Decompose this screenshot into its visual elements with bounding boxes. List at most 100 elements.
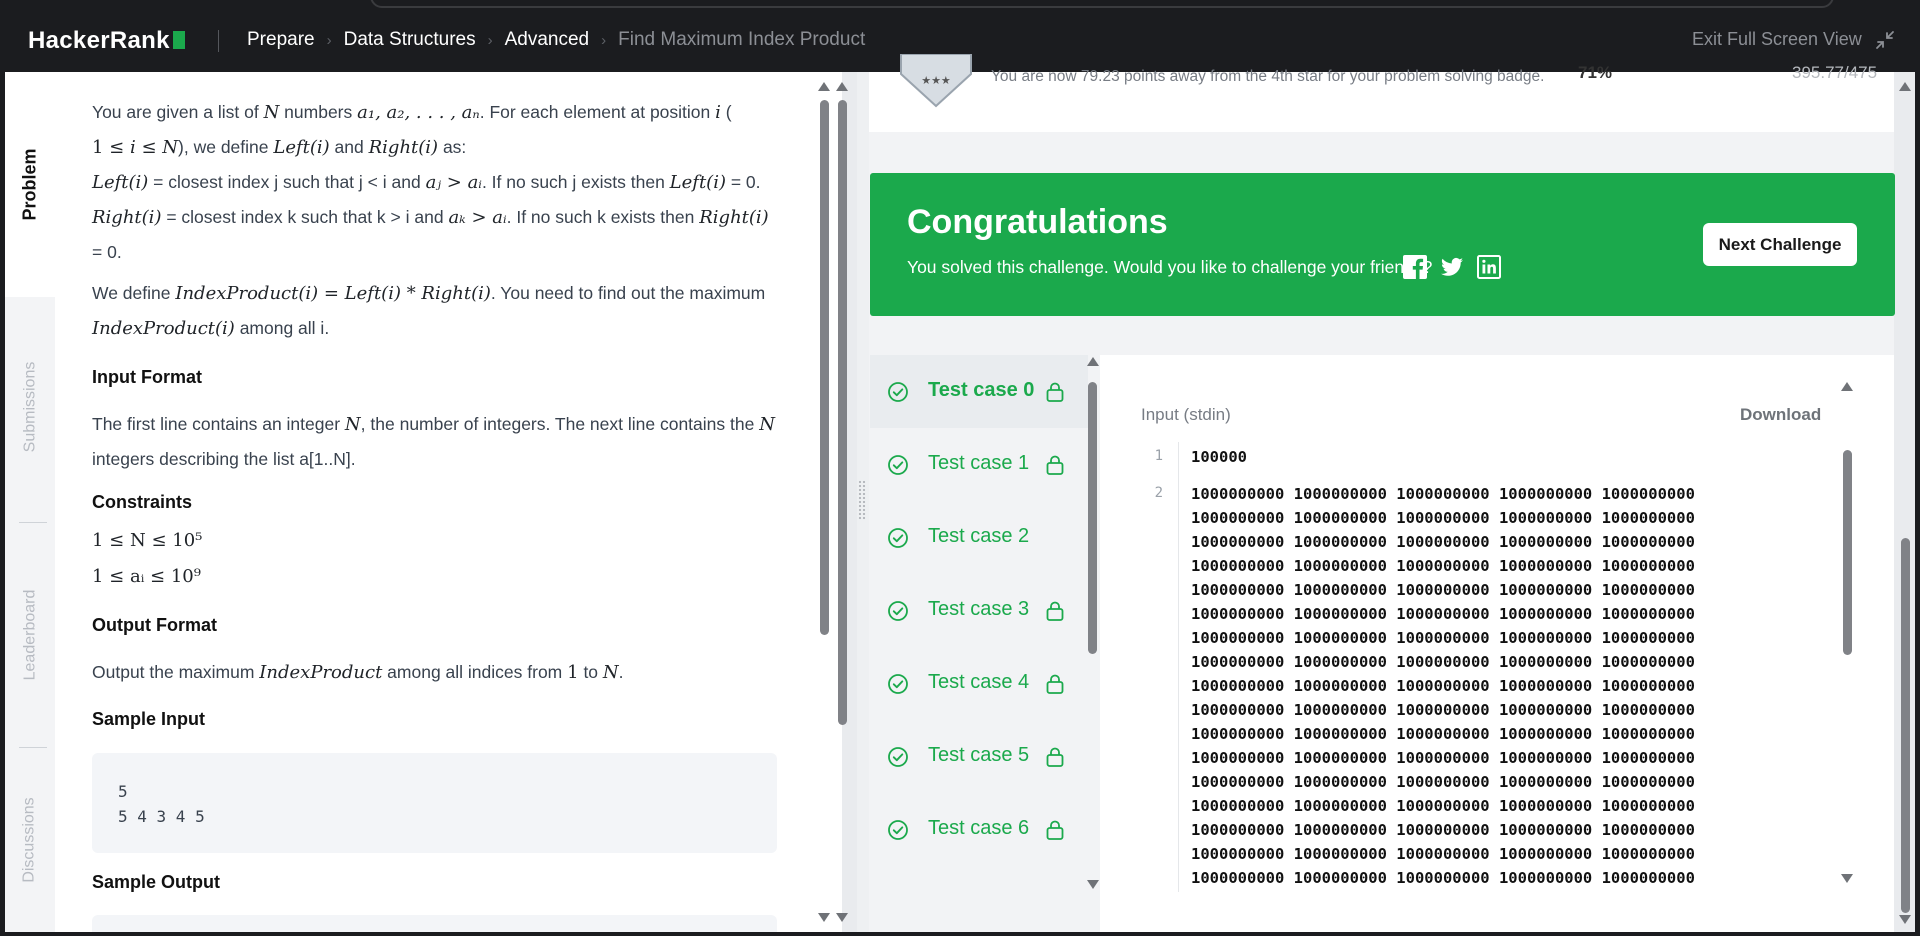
congrats-title: Congratulations <box>907 203 1168 241</box>
drag-handle-icon[interactable] <box>858 480 866 520</box>
test-case-item[interactable]: Test case 3 <box>870 574 1088 647</box>
scroll-up-icon[interactable] <box>1899 82 1911 91</box>
math: Right(i) <box>92 207 162 228</box>
statement-line: integers describing the list a[1..N]. <box>92 449 356 470</box>
check-circle-icon <box>888 747 908 767</box>
badge-percent: 71% <box>1578 63 1613 82</box>
logo-mark <box>172 31 185 49</box>
scroll-thumb[interactable] <box>838 100 847 725</box>
scroll-down-icon[interactable] <box>1899 915 1911 924</box>
lock-icon <box>1046 747 1064 767</box>
scroll-up-icon[interactable] <box>1841 382 1853 391</box>
logo-text: HackerRank <box>28 27 170 54</box>
scroll-thumb[interactable] <box>1901 538 1910 913</box>
sample-output-heading: Sample Output <box>92 872 221 892</box>
test-case-item[interactable]: Test case 1 <box>870 428 1088 501</box>
code-line: 1000000000 1000000000 1000000000 1000000… <box>1191 533 1695 551</box>
badge-message: You are now 79.23 points away from the 4… <box>991 68 1545 85</box>
scroll-up-icon[interactable] <box>836 82 848 91</box>
text: among all i. <box>234 318 330 338</box>
test-case-label: Test case 2 <box>928 525 1030 547</box>
twitter-icon[interactable] <box>1440 255 1464 279</box>
congrats-subtitle: You solved this challenge. Would you lik… <box>907 257 1433 277</box>
badge-stars: ★★★ <box>921 74 951 87</box>
statement-line: IndexProduct(i) among all i. <box>92 318 329 339</box>
next-challenge-button[interactable]: Next Challenge <box>1703 223 1857 266</box>
tab-submissions[interactable]: Submissions <box>5 297 55 517</box>
math: Left(i) <box>273 137 330 158</box>
text: The first line contains an integer <box>92 414 345 434</box>
tab-discussions[interactable]: Discussions <box>5 747 55 932</box>
scroll-up-icon[interactable] <box>818 82 830 91</box>
breadcrumb-prepare[interactable]: Prepare <box>247 29 315 51</box>
scroll-thumb[interactable] <box>1843 450 1852 655</box>
text: . If no such j exists then <box>481 172 670 192</box>
test-case-item[interactable]: Test case 2 <box>870 501 1088 574</box>
problem-panel: You are given a list of N numbers a₁, a₂… <box>55 72 842 932</box>
code-line: 1000000000 1000000000 1000000000 1000000… <box>1191 485 1695 503</box>
scroll-down-icon[interactable] <box>1841 874 1853 883</box>
math: aⱼ > aᵢ <box>425 172 482 193</box>
code-line: 1000000000 1000000000 1000000000 1000000… <box>1191 749 1695 767</box>
scroll-down-icon[interactable] <box>1087 880 1099 889</box>
tab-leaderboard[interactable]: Leaderboard <box>5 522 55 747</box>
logo[interactable]: HackerRank <box>28 27 185 55</box>
scroll-up-icon[interactable] <box>1087 357 1099 366</box>
text: , the number of integers. The next line … <box>360 414 760 434</box>
breadcrumb-current: Find Maximum Index Product <box>618 29 866 50</box>
math: N <box>759 414 775 435</box>
scroll-down-icon[interactable] <box>818 913 830 922</box>
linkedin-icon[interactable] <box>1477 255 1501 279</box>
test-case-label: Test case 1 <box>928 452 1030 474</box>
tab-problem[interactable]: Problem <box>5 72 55 297</box>
test-case-label: Test case 0 <box>928 379 1035 401</box>
test-case-item[interactable]: Test case 5 <box>870 720 1088 793</box>
exit-fullscreen-link[interactable]: Exit Full Screen View <box>1692 29 1862 50</box>
output-format-heading: Output Format <box>92 615 217 635</box>
test-case-item[interactable]: Test case 6 <box>870 793 1088 866</box>
tab-label: Submissions <box>21 361 39 453</box>
badge-score: 395.77/475 <box>1792 63 1878 82</box>
code-line: 1000000000 1000000000 1000000000 1000000… <box>1191 605 1695 623</box>
tab-label: Discussions <box>21 796 39 883</box>
download-link[interactable]: Download <box>1740 405 1821 425</box>
math: Right(i) <box>699 207 769 228</box>
lock-icon <box>1046 820 1064 840</box>
math: Left(i) <box>92 172 149 193</box>
scroll-thumb[interactable] <box>820 100 829 635</box>
lock-icon <box>1046 455 1064 475</box>
breadcrumb: Prepare › Data Structures › Advanced › F… <box>247 29 865 51</box>
side-tabs: Problem Submissions Leaderboard Discussi… <box>5 72 55 932</box>
test-case-item[interactable]: Test case 4 <box>870 647 1088 720</box>
text: = closest index j such that j < i and <box>148 172 426 192</box>
facebook-icon[interactable] <box>1403 255 1427 279</box>
text: You are given a list of <box>92 102 264 122</box>
breadcrumb-data-structures[interactable]: Data Structures <box>344 29 476 51</box>
math: N <box>602 662 619 683</box>
math: IndexProduct(i) <box>92 318 235 339</box>
test-case-scrollbar[interactable] <box>1086 357 1100 890</box>
check-circle-icon <box>888 455 908 475</box>
line-number: 2 <box>1154 485 1163 501</box>
test-case-label: Test case 6 <box>928 817 1030 839</box>
code-line: 1000000000 1000000000 1000000000 1000000… <box>1191 557 1695 575</box>
test-case-item[interactable]: Test case 0 <box>870 355 1088 428</box>
io-scrollbar[interactable] <box>1840 380 1854 890</box>
line-number: 1 <box>1154 448 1163 464</box>
text: among all indices from <box>382 662 568 682</box>
breadcrumb-advanced[interactable]: Advanced <box>505 29 590 51</box>
math: ≤ <box>135 137 163 158</box>
text: and <box>329 137 369 157</box>
text: We define <box>92 283 176 303</box>
math: IndexProduct <box>259 662 383 683</box>
math: IndexProduct(i) = Left(i) * Right(i) <box>175 283 491 304</box>
code-line: 1000000000 1000000000 1000000000 1000000… <box>1191 653 1695 671</box>
input-label: Input (stdin) <box>1141 405 1231 424</box>
page-scrollbar[interactable] <box>1898 80 1912 930</box>
collapse-icon[interactable] <box>1873 28 1897 52</box>
scroll-down-icon[interactable] <box>836 913 848 922</box>
scroll-thumb[interactable] <box>1088 382 1097 654</box>
panel-scrollbar[interactable] <box>832 80 858 930</box>
test-case-label: Test case 3 <box>928 598 1030 620</box>
lock-icon <box>1046 674 1064 694</box>
